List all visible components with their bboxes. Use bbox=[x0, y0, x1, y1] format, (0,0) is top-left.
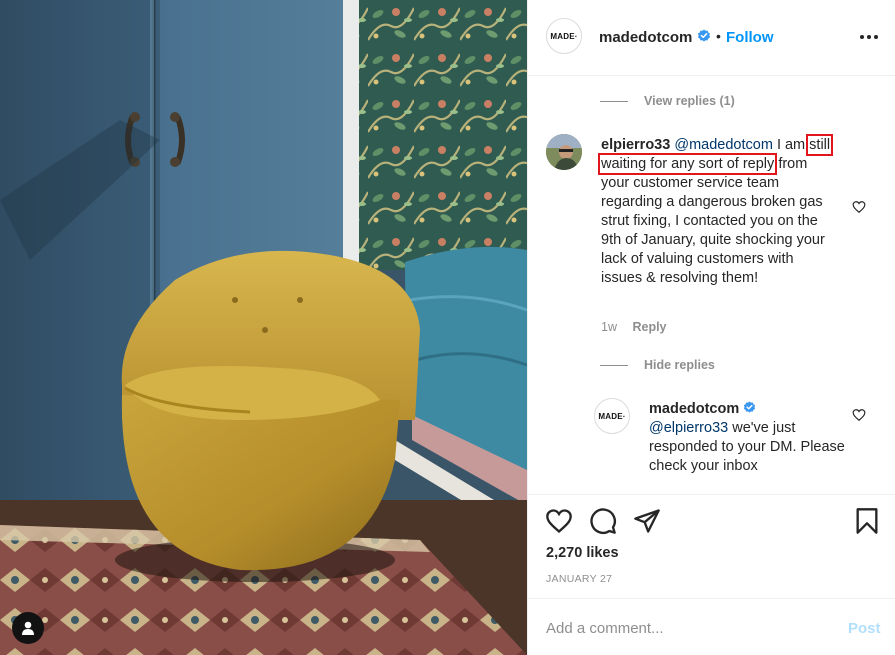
follow-button[interactable]: Follow bbox=[726, 29, 774, 46]
comment-mention[interactable]: @madedotcom bbox=[674, 137, 773, 153]
comment-text-rest: from your customer service team regardin… bbox=[601, 156, 825, 286]
comment-icon[interactable] bbox=[589, 507, 617, 535]
author-avatar-logo: MADE· bbox=[550, 31, 578, 41]
comment-text: elpierro33 @madedotcom I am still waitin… bbox=[597, 134, 836, 288]
reply-avatar[interactable]: MADE· bbox=[594, 398, 630, 434]
reply-avatar-logo: MADE· bbox=[598, 411, 626, 421]
reply-like-icon[interactable] bbox=[852, 408, 866, 422]
reply-mention[interactable]: @elpierro33 bbox=[649, 420, 728, 436]
comments-list[interactable]: View replies (1) elpierro33 @madedotcom … bbox=[528, 76, 895, 494]
view-replies-button[interactable]: View replies (1) bbox=[600, 94, 735, 108]
post-actions: 2,270 likes JANUARY 27 bbox=[528, 494, 895, 594]
comment-text-start: I am bbox=[776, 137, 806, 153]
share-icon[interactable] bbox=[633, 507, 661, 535]
thread-line bbox=[600, 364, 628, 366]
verified-badge-icon bbox=[698, 29, 710, 42]
hide-replies-label: Hide replies bbox=[644, 358, 715, 372]
more-options-icon[interactable] bbox=[858, 26, 880, 48]
comment-time[interactable]: 1w bbox=[601, 320, 617, 334]
post-header: MADE· madedotcom • Follow bbox=[528, 0, 895, 76]
reply-text: madedotcom @elpierro33 we've just respon… bbox=[649, 400, 849, 476]
photo-image bbox=[0, 0, 527, 655]
comment-meta: 1w Reply bbox=[601, 320, 667, 334]
post-date[interactable]: JANUARY 27 bbox=[546, 573, 612, 585]
user-tag-icon bbox=[22, 621, 34, 635]
bookmark-icon[interactable] bbox=[853, 507, 881, 535]
hide-replies-button[interactable]: Hide replies bbox=[600, 358, 715, 372]
comment-input[interactable] bbox=[546, 613, 826, 643]
add-comment-bar: Post bbox=[528, 598, 895, 655]
header-separator: • bbox=[716, 28, 721, 44]
verified-badge-icon bbox=[744, 401, 756, 413]
comment-reply-button[interactable]: Reply bbox=[632, 320, 666, 334]
comment-like-icon[interactable] bbox=[852, 200, 866, 214]
likes-count[interactable]: 2,270 likes bbox=[546, 545, 619, 561]
commenter-avatar-image bbox=[546, 134, 582, 170]
author-username[interactable]: madedotcom bbox=[599, 29, 692, 46]
post-photo[interactable] bbox=[0, 0, 527, 655]
user-tag-button[interactable] bbox=[12, 612, 44, 644]
post-sidebar: MADE· madedotcom • Follow View replies (… bbox=[527, 0, 895, 655]
post-comment-button[interactable]: Post bbox=[848, 620, 881, 637]
commenter-avatar[interactable] bbox=[546, 134, 582, 170]
author-avatar[interactable]: MADE· bbox=[546, 18, 582, 54]
thread-line bbox=[600, 100, 628, 102]
view-replies-label: View replies (1) bbox=[644, 94, 735, 108]
reply-username[interactable]: madedotcom bbox=[649, 401, 739, 417]
heart-icon[interactable] bbox=[545, 507, 573, 535]
comment-username[interactable]: elpierro33 bbox=[601, 137, 670, 153]
